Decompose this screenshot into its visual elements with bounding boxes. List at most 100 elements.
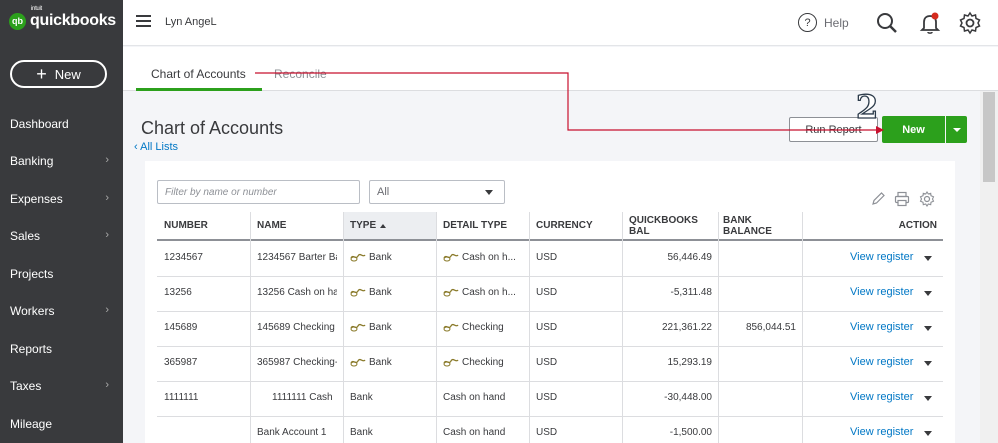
row-action-chevron-down-icon[interactable] bbox=[924, 326, 932, 331]
cell-currency: USD bbox=[536, 427, 558, 438]
plus-icon: + bbox=[36, 64, 47, 84]
column-header-type[interactable]: TYPE bbox=[343, 212, 436, 241]
menu-icon[interactable] bbox=[136, 15, 151, 30]
sidebar-item-expenses[interactable]: Expenses › bbox=[0, 180, 123, 217]
annotation-number: 2 bbox=[855, 87, 879, 126]
sort-ascending-icon bbox=[380, 223, 387, 228]
chevron-right-icon: › bbox=[105, 229, 109, 241]
sidebar-item-label: Workers bbox=[10, 303, 55, 318]
scrollbar-thumb[interactable] bbox=[983, 92, 995, 182]
row-action-chevron-down-icon[interactable] bbox=[924, 291, 932, 296]
cell-detail: Cash on hand bbox=[443, 427, 506, 438]
sidebar-item-sales[interactable]: Sales › bbox=[0, 217, 123, 254]
view-register-link[interactable]: View register bbox=[850, 391, 913, 403]
notification-bell-icon[interactable] bbox=[918, 11, 942, 35]
column-header-currency[interactable]: CURRENCY bbox=[529, 212, 622, 241]
edit-pencil-icon[interactable] bbox=[871, 191, 886, 206]
print-icon[interactable] bbox=[894, 191, 910, 207]
cell-type: Bank bbox=[350, 392, 373, 403]
sidebar-item-label: Projects bbox=[10, 266, 54, 281]
quickbooks-logo[interactable]: qb intuit quickbooks bbox=[9, 6, 116, 30]
sidebar-item-label: Mileage bbox=[10, 416, 53, 431]
chevron-right-icon: › bbox=[105, 154, 109, 166]
cell-type: Bank bbox=[350, 322, 430, 333]
chevron-right-icon: › bbox=[105, 304, 109, 316]
all-lists-link[interactable]: ‹ All Lists bbox=[134, 141, 178, 153]
cell-detail: Cash on hand bbox=[443, 392, 506, 403]
row-divider bbox=[157, 311, 943, 312]
column-header-detail-type[interactable]: DETAIL TYPE bbox=[436, 212, 529, 241]
cell-name: 365987 Checking- bbox=[257, 357, 337, 368]
column-header-quickbooks-bal[interactable]: QUICKBOOKS BAL bbox=[622, 212, 718, 241]
sidebar-item-projects[interactable]: Projects bbox=[0, 255, 123, 292]
bank-account-icon bbox=[443, 357, 462, 368]
chevron-right-icon: › bbox=[105, 379, 109, 391]
cell-currency: USD bbox=[536, 392, 558, 403]
cell-detail: Cash on h... bbox=[443, 252, 523, 263]
cell-currency: USD bbox=[536, 357, 558, 368]
sidebar-item-workers[interactable]: Workers › bbox=[0, 292, 123, 329]
cell-name: 13256 Cash on har bbox=[257, 287, 337, 298]
column-header-number[interactable]: NUMBER bbox=[157, 212, 250, 241]
new-account-button[interactable]: New bbox=[882, 116, 945, 143]
column-header-name[interactable]: NAME bbox=[250, 212, 343, 241]
cell-bank: 856,044.51 bbox=[745, 322, 796, 333]
row-action-chevron-down-icon[interactable] bbox=[924, 396, 932, 401]
help-button[interactable]: ? Help bbox=[798, 13, 849, 32]
cell-type: Bank bbox=[350, 427, 373, 438]
row-divider bbox=[157, 416, 943, 417]
sidebar-item-banking[interactable]: Banking › bbox=[0, 142, 123, 179]
cell-currency: USD bbox=[536, 322, 558, 333]
cell-name: Bank Account 1 bbox=[257, 427, 327, 438]
tab-reconcile[interactable]: Reconcile bbox=[274, 67, 327, 81]
view-register-link[interactable]: View register bbox=[850, 321, 913, 333]
column-divider bbox=[436, 212, 437, 443]
cell-detail: Checking bbox=[443, 322, 523, 333]
chevron-right-icon: › bbox=[105, 192, 109, 204]
cell-detail: Checking bbox=[443, 357, 523, 368]
column-divider bbox=[343, 212, 344, 443]
column-divider bbox=[622, 212, 623, 443]
help-icon: ? bbox=[798, 13, 817, 32]
sidebar-item-label: Taxes bbox=[10, 378, 42, 393]
new-dropdown-button[interactable] bbox=[946, 116, 967, 143]
row-action-chevron-down-icon[interactable] bbox=[924, 431, 932, 436]
cell-name: 145689 Checking bbox=[257, 322, 335, 333]
cell-name: 1234567 Barter Ba bbox=[257, 252, 337, 263]
sidebar-item-label: Expenses bbox=[10, 191, 63, 206]
sidebar-item-taxes[interactable]: Taxes › bbox=[0, 367, 123, 404]
sidebar-new-button[interactable]: + New bbox=[10, 60, 107, 88]
bank-account-icon bbox=[350, 287, 369, 298]
type-filter-select[interactable]: All bbox=[369, 180, 505, 204]
top-bar: Lyn AngeL ? Help bbox=[123, 0, 998, 46]
cell-qb: 221,361.22 bbox=[661, 322, 712, 333]
search-icon[interactable] bbox=[875, 11, 899, 35]
sidebar-item-dashboard[interactable]: Dashboard bbox=[0, 105, 123, 142]
row-action-chevron-down-icon[interactable] bbox=[924, 361, 932, 366]
filter-input[interactable]: Filter by name or number bbox=[157, 180, 360, 204]
view-register-link[interactable]: View register bbox=[850, 426, 913, 438]
sidebar-item-mileage[interactable]: Mileage bbox=[0, 405, 123, 442]
cell-name: 1111111 Cash bbox=[272, 392, 333, 403]
settings-gear-icon[interactable] bbox=[958, 11, 982, 35]
sidebar-item-reports[interactable]: Reports bbox=[0, 330, 123, 367]
page-title: Chart of Accounts bbox=[141, 118, 284, 138]
sidebar-item-label: Banking bbox=[10, 153, 54, 168]
cell-number: 13256 bbox=[164, 287, 192, 298]
column-header-action[interactable]: ACTION bbox=[802, 212, 943, 241]
sidebar-item-label: Dashboard bbox=[10, 116, 69, 131]
row-action-chevron-down-icon[interactable] bbox=[924, 256, 932, 261]
view-register-link[interactable]: View register bbox=[850, 286, 913, 298]
cell-number: 1234567 bbox=[164, 252, 203, 263]
table-settings-gear-icon[interactable] bbox=[919, 191, 935, 207]
bank-account-icon bbox=[350, 357, 369, 368]
column-divider bbox=[250, 212, 251, 443]
bank-account-icon bbox=[443, 322, 462, 333]
chevron-down-icon bbox=[485, 190, 493, 195]
tab-chart-of-accounts[interactable]: Chart of Accounts bbox=[151, 67, 246, 81]
intuit-label: intuit bbox=[31, 6, 42, 12]
view-register-link[interactable]: View register bbox=[850, 356, 913, 368]
view-register-link[interactable]: View register bbox=[850, 251, 913, 263]
cell-type: Bank bbox=[350, 252, 430, 263]
column-header-bank-balance[interactable]: BANK BALANCE bbox=[718, 212, 802, 241]
